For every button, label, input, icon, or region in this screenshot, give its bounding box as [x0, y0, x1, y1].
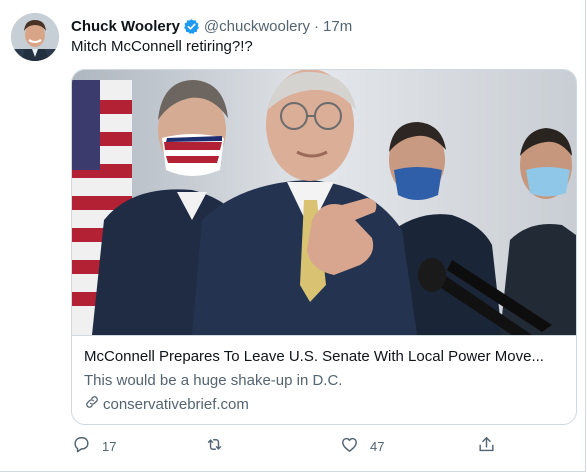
card-description: This would be a huge shake-up in D.C. — [84, 372, 343, 389]
link-card[interactable]: McConnell Prepares To Leave U.S. Senate … — [71, 69, 577, 425]
reply-button[interactable]: 17 — [72, 435, 116, 457]
share-icon — [477, 435, 496, 457]
author-handle[interactable]: @chuckwoolery — [204, 18, 310, 35]
like-icon — [340, 435, 359, 457]
header-separator: · — [314, 17, 320, 35]
tweet-text: Mitch McConnell retiring?!? — [71, 38, 253, 55]
card-image[interactable] — [72, 70, 576, 335]
tweet-header: Chuck Woolery @chuckwoolery · 17m — [71, 16, 352, 36]
reply-count: 17 — [102, 438, 117, 454]
retweet-icon — [205, 435, 224, 457]
tweet-actions: 17 47 — [0, 432, 587, 458]
author-name[interactable]: Chuck Woolery — [71, 18, 180, 35]
card-domain-text: conservativebrief.com — [103, 395, 249, 413]
share-button[interactable] — [477, 435, 496, 457]
card-domain[interactable]: conservativebrief.com — [84, 394, 249, 414]
author-avatar[interactable] — [11, 13, 59, 61]
like-button[interactable]: 47 — [340, 435, 384, 457]
retweet-button[interactable] — [205, 435, 235, 457]
link-icon — [84, 394, 103, 414]
tweet-timestamp[interactable]: 17m — [323, 18, 352, 35]
card-title[interactable]: McConnell Prepares To Leave U.S. Senate … — [84, 348, 544, 365]
verified-badge-icon — [183, 18, 200, 35]
reply-icon — [72, 435, 91, 457]
card-divider — [72, 335, 576, 336]
like-count: 47 — [370, 438, 385, 454]
